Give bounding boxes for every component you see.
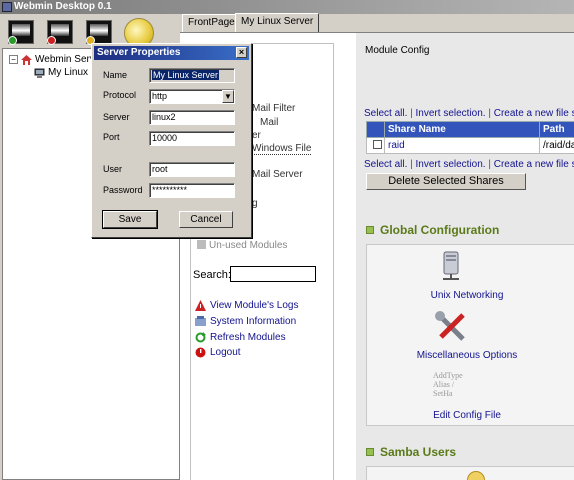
select-links-bottom: Select all. | Invert selection. | Create… <box>364 159 574 170</box>
column-header-path[interactable]: Path <box>539 121 574 138</box>
action-system-information[interactable]: System Information <box>195 316 296 327</box>
search-input[interactable] <box>230 266 316 282</box>
global-config-panel: Unix Networking Miscellaneous Options Ad… <box>366 244 574 426</box>
unix-networking-link[interactable]: Unix Networking <box>367 290 567 301</box>
password-label: Password <box>103 185 143 195</box>
table-header-row: Share Name Path <box>366 121 574 138</box>
window-title: Webmin Desktop 0.1 <box>14 1 112 12</box>
password-field[interactable]: ********** <box>149 183 235 198</box>
server-properties-dialog: Server Properties × Name My Linux Server… <box>91 43 252 238</box>
name-label: Name <box>103 70 128 80</box>
save-button[interactable]: Save <box>102 210 158 229</box>
action-view-logs[interactable]: View Module's Logs <box>195 300 298 311</box>
server-icon <box>34 68 45 78</box>
edit-config-icon[interactable]: AddType Alias / SetHa <box>433 371 473 398</box>
name-field[interactable]: My Linux Server <box>149 68 235 83</box>
monitor-green-icon[interactable] <box>8 20 34 45</box>
refresh-icon <box>195 332 206 343</box>
user-icon[interactable] <box>467 471 485 480</box>
cancel-button[interactable]: Cancel <box>179 211 233 228</box>
network-icon[interactable] <box>441 251 461 281</box>
create-share-link[interactable]: Create a new file sh <box>494 108 574 119</box>
module-config-link[interactable]: Module Config <box>365 45 429 56</box>
row-checkbox[interactable] <box>372 139 382 149</box>
edit-config-file-link[interactable]: Edit Config File <box>367 410 567 421</box>
select-all-link[interactable]: Select all. <box>364 108 407 119</box>
select-all-link[interactable]: Select all. <box>364 159 407 170</box>
app-icon <box>2 2 12 12</box>
share-path-cell: /raid/da <box>539 137 574 154</box>
select-links-top: Select all. | Invert selection. | Create… <box>364 108 574 119</box>
action-refresh-modules[interactable]: Refresh Modules <box>195 332 286 343</box>
tab-my-linux-server[interactable]: My Linux Server <box>235 13 320 32</box>
tab-frontpage[interactable]: FrontPage <box>182 14 241 32</box>
global-configuration-heading: Global Configuration <box>366 223 499 237</box>
window-titlebar: Webmin Desktop 0.1 <box>0 0 574 14</box>
module-link-windows-file[interactable]: Windows File <box>252 143 312 155</box>
module-link-unused-modules[interactable]: Un-used Modules <box>197 240 287 251</box>
info-icon <box>195 316 206 326</box>
power-icon <box>195 347 206 358</box>
bullet-icon <box>366 448 374 456</box>
invert-selection-link[interactable]: Invert selection. <box>416 108 486 119</box>
close-icon[interactable]: × <box>236 47 247 58</box>
protocol-label: Protocol <box>103 90 137 100</box>
protocol-select[interactable]: http ▼ <box>149 89 235 104</box>
samba-users-heading: Samba Users <box>366 445 456 459</box>
server-label: Server <box>103 112 130 122</box>
action-logout[interactable]: Logout <box>195 347 241 358</box>
monitor-red-icon[interactable] <box>47 20 73 45</box>
dialog-title: Server Properties <box>97 47 181 58</box>
module-link-er[interactable]: er <box>252 130 261 141</box>
bullet-icon <box>366 226 374 234</box>
monitor-yellow-icon[interactable] <box>86 20 112 45</box>
chevron-down-icon[interactable]: ▼ <box>222 90 234 103</box>
module-link-mail-server[interactable]: Mail Server <box>252 169 303 180</box>
create-share-link[interactable]: Create a new file sh <box>494 159 574 170</box>
column-header-share-name[interactable]: Share Name <box>384 121 540 138</box>
tools-icon[interactable] <box>435 311 469 345</box>
module-link-mail-filter[interactable]: Mail Filter <box>252 103 295 114</box>
shares-table: Share Name Path raid /raid/da <box>366 121 574 154</box>
dialog-titlebar: Server Properties × <box>94 46 249 60</box>
port-label: Port <box>103 132 120 142</box>
search-label: Search: <box>193 269 231 281</box>
folder-icon <box>197 240 206 249</box>
warning-icon <box>195 300 206 311</box>
house-icon <box>21 54 32 65</box>
user-label: User <box>103 164 123 174</box>
port-field[interactable]: 10000 <box>149 131 235 146</box>
module-link-mail[interactable]: Mail <box>260 117 278 128</box>
tree-collapse-toggle[interactable]: − <box>9 55 18 64</box>
server-field[interactable]: linux2 <box>149 110 235 125</box>
share-name-cell[interactable]: raid <box>384 137 540 154</box>
tab-strip: FrontPage My Linux Server <box>180 13 574 32</box>
miscellaneous-options-link[interactable]: Miscellaneous Options <box>367 350 567 361</box>
delete-selected-shares-button[interactable]: Delete Selected Shares <box>366 173 526 190</box>
table-row: raid /raid/da <box>366 137 574 154</box>
samba-users-panel <box>366 466 574 480</box>
user-field[interactable]: root <box>149 162 235 177</box>
invert-selection-link[interactable]: Invert selection. <box>416 159 486 170</box>
module-link-g[interactable]: g <box>252 198 258 209</box>
